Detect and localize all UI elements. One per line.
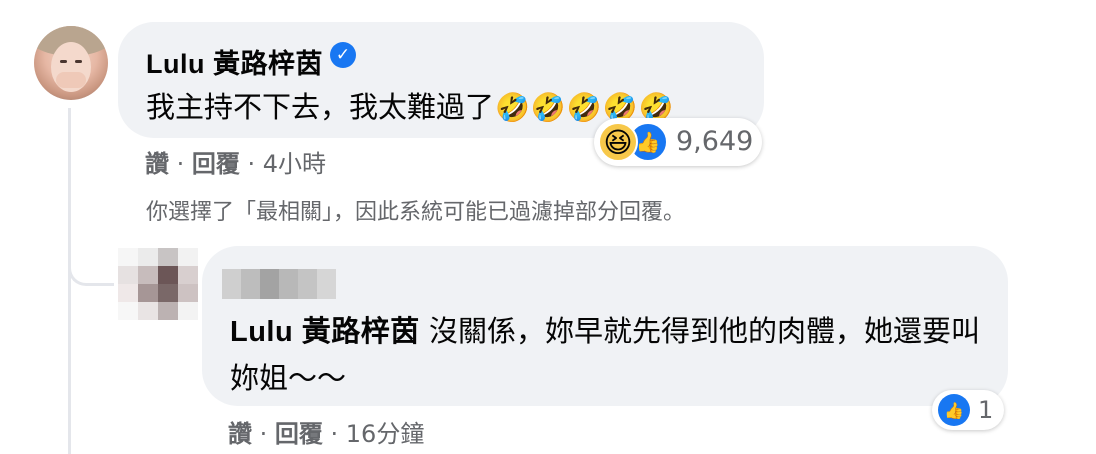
- rolling-laughing-emoji-icon: 🤣: [495, 91, 530, 124]
- reply-link[interactable]: 回覆: [275, 420, 323, 448]
- like-icon: 👍: [938, 394, 970, 426]
- reaction-count[interactable]: 9,649: [676, 126, 753, 157]
- rolling-laughing-emoji-icon: 🤣: [530, 91, 566, 124]
- like-link[interactable]: 讚: [228, 420, 252, 448]
- comment-body: 我主持不下去，我太難過了: [146, 90, 495, 124]
- comment-actions: 讚 · 回覆 · 4小時: [145, 144, 326, 179]
- comment-author[interactable]: Lulu 黃路梓茵: [146, 42, 323, 81]
- separator: ·: [252, 420, 275, 448]
- reply-reaction-count[interactable]: 1: [978, 396, 993, 424]
- reply-author-redacted[interactable]: [222, 269, 336, 299]
- separator: ·: [239, 150, 263, 178]
- comment-text: 我主持不下去，我太難過了🤣🤣🤣🤣🤣: [146, 84, 673, 126]
- thread-line: [68, 108, 71, 454]
- like-link[interactable]: 讚: [145, 150, 169, 178]
- haha-icon: 😆: [598, 122, 638, 162]
- reply-actions: 讚 · 回覆 · 16分鐘: [228, 414, 424, 449]
- reply-link[interactable]: 回覆: [192, 150, 240, 178]
- separator: ·: [169, 150, 192, 178]
- timestamp[interactable]: 4小時: [263, 150, 326, 178]
- mention-link[interactable]: Lulu 黃路梓茵: [230, 316, 420, 348]
- reply-avatar[interactable]: [118, 248, 198, 320]
- avatar[interactable]: [34, 26, 108, 100]
- separator: ·: [322, 420, 346, 448]
- timestamp[interactable]: 16分鐘: [346, 420, 425, 448]
- rolling-laughing-emoji-icon: 🤣: [566, 91, 602, 124]
- verified-badge-icon: ✓: [330, 42, 356, 68]
- reply-text: Lulu 黃路梓茵 沒關係，妳早就先得到他的肉體，她還要叫妳姐～～: [230, 308, 990, 401]
- filter-notice: 你選擇了「最相關」，因此系統可能已過濾掉部分回覆。: [146, 200, 686, 225]
- reply-connector: [68, 252, 114, 286]
